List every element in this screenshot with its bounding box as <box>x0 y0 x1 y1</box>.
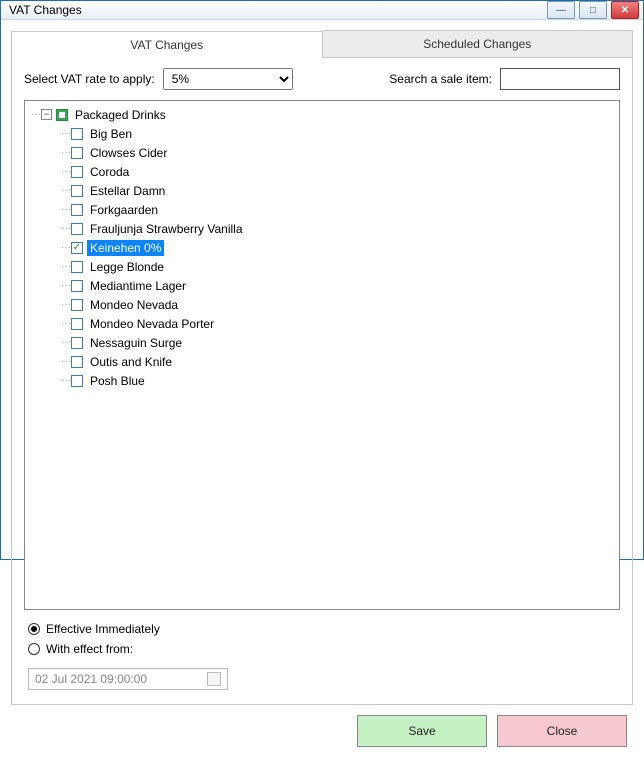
tree-line: ··· <box>61 166 71 177</box>
checkbox[interactable] <box>71 261 83 273</box>
tree-item[interactable]: ··· Forkgaarden <box>25 200 619 219</box>
tree-line: ··· <box>31 109 41 120</box>
window-controls: — □ ✕ <box>547 1 639 19</box>
filter-row: Select VAT rate to apply: 5% Search a sa… <box>24 68 620 90</box>
tree-item[interactable]: ···✓ Keinehen 0% <box>25 238 619 257</box>
tree-item-label: Frauljunja Strawberry Vanilla <box>87 221 246 237</box>
tree-line: ··· <box>61 242 71 253</box>
tree-parent[interactable]: ···− Packaged Drinks <box>25 105 619 124</box>
close-button[interactable]: Close <box>497 715 627 747</box>
vat-rate-label: Select VAT rate to apply: <box>24 72 155 86</box>
checkbox[interactable] <box>71 375 83 387</box>
radio-icon <box>28 643 40 655</box>
tree-item[interactable]: ··· Frauljunja Strawberry Vanilla <box>25 219 619 238</box>
tree-line: ··· <box>61 299 71 310</box>
checkbox[interactable] <box>71 223 83 235</box>
content-area: VAT ChangesScheduled Changes Select VAT … <box>1 20 643 763</box>
checkbox[interactable] <box>71 204 83 216</box>
tab-pane-vat-changes: Select VAT rate to apply: 5% Search a sa… <box>11 58 633 705</box>
save-button[interactable]: Save <box>357 715 487 747</box>
tree-line: ··· <box>61 128 71 139</box>
window-close-button[interactable]: ✕ <box>611 1 639 19</box>
tree-item[interactable]: ··· Estellar Damn <box>25 181 619 200</box>
tree-item[interactable]: ··· Coroda <box>25 162 619 181</box>
tree-item[interactable]: ··· Mondeo Nevada <box>25 295 619 314</box>
tree-line: ··· <box>61 280 71 291</box>
radio-label: With effect from: <box>46 642 133 656</box>
effective-options: Effective Immediately With effect from: … <box>24 622 620 690</box>
item-tree[interactable]: ···−Packaged Drinks···Big Ben ···Clowses… <box>24 100 620 610</box>
checkbox[interactable] <box>71 299 83 311</box>
window-title: VAT Changes <box>9 3 547 17</box>
tree-item[interactable]: ··· Clowses Cider <box>25 143 619 162</box>
checkbox[interactable] <box>71 337 83 349</box>
radio-icon <box>28 623 40 635</box>
tab-bar: VAT ChangesScheduled Changes <box>11 30 633 58</box>
tree-parent-label: Packaged Drinks <box>72 107 169 123</box>
tree-item[interactable]: ··· Nessaguin Surge <box>25 333 619 352</box>
titlebar: VAT Changes — □ ✕ <box>1 1 643 20</box>
tree-item[interactable]: ··· Posh Blue <box>25 371 619 390</box>
expander-icon[interactable]: − <box>41 109 52 120</box>
checkbox[interactable] <box>71 128 83 140</box>
tree-item[interactable]: ··· Mediantime Lager <box>25 276 619 295</box>
vat-rate-select[interactable]: 5% <box>163 68 293 90</box>
tree-item-label: Posh Blue <box>87 373 148 389</box>
tree-item-label: Mondeo Nevada <box>87 297 181 313</box>
radio-effective-immediately[interactable]: Effective Immediately <box>28 622 620 636</box>
tree-line: ··· <box>61 223 71 234</box>
checkbox[interactable] <box>71 147 83 159</box>
window-root: VAT Changes — □ ✕ VAT ChangesScheduled C… <box>0 0 644 560</box>
checkbox[interactable] <box>56 109 68 121</box>
tree-item-label: Estellar Damn <box>87 183 168 199</box>
datetime-value: 02 Jul 2021 09:00:00 <box>35 672 147 686</box>
tree-line: ··· <box>61 185 71 196</box>
tree-line: ··· <box>61 318 71 329</box>
tree-item-label: Mondeo Nevada Porter <box>87 316 217 332</box>
maximize-button[interactable]: □ <box>579 1 607 19</box>
tree-item[interactable]: ··· Big Ben <box>25 124 619 143</box>
tree-item-label: Mediantime Lager <box>87 278 189 294</box>
tree-line: ··· <box>61 337 71 348</box>
tab-vat-changes[interactable]: VAT Changes <box>11 31 323 58</box>
checkbox[interactable] <box>71 280 83 292</box>
radio-with-effect-from[interactable]: With effect from: <box>28 642 620 656</box>
tree-line: ··· <box>61 375 71 386</box>
tree-item-label: Keinehen 0% <box>87 240 164 256</box>
tree-item-label: Forkgaarden <box>87 202 161 218</box>
tree-item-label: Outis and Knife <box>87 354 175 370</box>
tree-item[interactable]: ··· Mondeo Nevada Porter <box>25 314 619 333</box>
search-input[interactable] <box>500 68 620 90</box>
minimize-button[interactable]: — <box>547 1 575 19</box>
checkbox[interactable] <box>71 318 83 330</box>
tree-item[interactable]: ··· Legge Blonde <box>25 257 619 276</box>
tree-line: ··· <box>61 147 71 158</box>
calendar-icon <box>207 672 221 686</box>
tree-line: ··· <box>61 261 71 272</box>
tree-item-label: Legge Blonde <box>87 259 167 275</box>
tree-line: ··· <box>61 356 71 367</box>
tree-item-label: Clowses Cider <box>87 145 170 161</box>
checkbox[interactable] <box>71 185 83 197</box>
checkbox[interactable] <box>71 166 83 178</box>
search-label: Search a sale item: <box>389 72 492 86</box>
tree-item[interactable]: ··· Outis and Knife <box>25 352 619 371</box>
checkbox[interactable]: ✓ <box>71 242 83 254</box>
bottom-bar: Save Close <box>11 705 633 757</box>
radio-label: Effective Immediately <box>46 622 160 636</box>
tree-line: ··· <box>61 204 71 215</box>
tree-item-label: Big Ben <box>87 126 135 142</box>
checkbox[interactable] <box>71 356 83 368</box>
tab-scheduled-changes[interactable]: Scheduled Changes <box>323 30 634 57</box>
datetime-picker[interactable]: 02 Jul 2021 09:00:00 <box>28 668 228 690</box>
tree-item-label: Coroda <box>87 164 132 180</box>
tree-item-label: Nessaguin Surge <box>87 335 185 351</box>
